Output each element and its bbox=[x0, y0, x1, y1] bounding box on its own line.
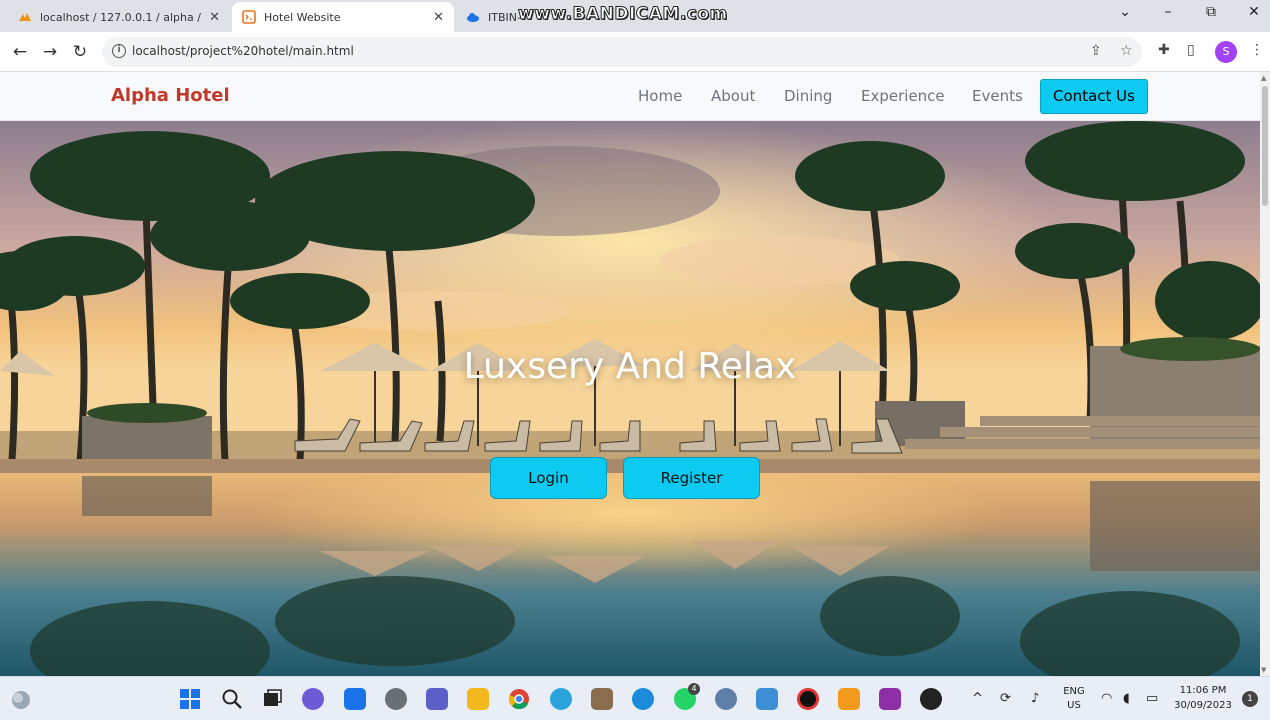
bookmark-star-icon[interactable]: ☆ bbox=[1120, 43, 1133, 59]
phpmyadmin-icon bbox=[19, 13, 31, 21]
contact-us-button[interactable]: Contact Us bbox=[1040, 79, 1148, 114]
weather-icon[interactable] bbox=[10, 689, 32, 711]
tab-search-dropdown-icon[interactable]: ⌄ bbox=[1113, 4, 1137, 20]
menu-kebab-icon[interactable]: ⋮ bbox=[1250, 42, 1264, 58]
windows-start-icon[interactable] bbox=[179, 688, 201, 710]
forward-button[interactable]: → bbox=[39, 41, 61, 63]
close-window-button[interactable]: ✕ bbox=[1242, 4, 1266, 20]
extensions-icon[interactable]: ✚ bbox=[1158, 42, 1170, 58]
bandicam-record-icon[interactable] bbox=[797, 688, 819, 710]
microphone-icon[interactable]: ♪ bbox=[1031, 691, 1039, 706]
language-indicator[interactable]: ENG bbox=[1060, 686, 1088, 697]
profile-avatar[interactable]: S bbox=[1215, 41, 1237, 63]
meet-chat-icon[interactable] bbox=[302, 688, 324, 710]
onedrive-icon bbox=[467, 13, 479, 22]
hero-background-image bbox=[0, 121, 1260, 676]
snipping-tool-icon[interactable] bbox=[756, 688, 778, 710]
close-tab-icon[interactable]: ✕ bbox=[209, 10, 220, 25]
winrar-icon[interactable] bbox=[591, 688, 613, 710]
close-tab-icon[interactable]: ✕ bbox=[433, 10, 444, 25]
scrollbar-thumb[interactable] bbox=[1262, 86, 1268, 206]
battery-icon[interactable]: ▭ bbox=[1146, 691, 1158, 706]
whatsapp-badge: 4 bbox=[688, 683, 700, 695]
file-explorer-icon[interactable] bbox=[467, 688, 489, 710]
scroll-up-arrow-icon[interactable]: ▲ bbox=[1261, 74, 1266, 82]
chrome-icon[interactable] bbox=[508, 688, 530, 710]
reload-button[interactable]: ↻ bbox=[69, 41, 91, 63]
side-panel-icon[interactable]: ▯ bbox=[1187, 42, 1195, 58]
task-view-icon[interactable] bbox=[261, 688, 283, 710]
page-scrollbar[interactable]: ▲ ▼ bbox=[1260, 72, 1270, 676]
php-editor-icon[interactable] bbox=[879, 688, 901, 710]
telegram-icon[interactable] bbox=[550, 688, 572, 710]
xampp-icon[interactable] bbox=[838, 688, 860, 710]
clock-date: 30/09/2023 bbox=[1174, 700, 1232, 711]
mail-icon[interactable] bbox=[344, 688, 366, 710]
notification-center-badge[interactable]: 1 bbox=[1242, 691, 1258, 707]
site-navbar: Alpha Hotel Home About Dining Experience… bbox=[0, 72, 1260, 121]
windows-taskbar: 4 ^ ⟳ ♪ ENG US ◠ ◖ ▭ 11:06 PM 30/09/2023… bbox=[0, 676, 1270, 720]
nav-home[interactable]: Home bbox=[638, 87, 682, 105]
show-hidden-icons-chevron-icon[interactable]: ^ bbox=[972, 691, 983, 706]
nav-events[interactable]: Events bbox=[972, 87, 1023, 105]
html-file-icon bbox=[242, 10, 256, 24]
clock-time[interactable]: 11:06 PM bbox=[1172, 685, 1234, 696]
login-button[interactable]: Login bbox=[490, 457, 607, 499]
url-text[interactable]: localhost/project%20hotel/main.html bbox=[132, 44, 354, 58]
back-button[interactable]: ← bbox=[9, 41, 31, 63]
nav-about[interactable]: About bbox=[711, 87, 755, 105]
tab-label: localhost / 127.0.0.1 / alpha / re bbox=[40, 10, 204, 24]
region-indicator: US bbox=[1067, 700, 1081, 711]
sync-icon[interactable]: ⟳ bbox=[1000, 691, 1011, 706]
nav-experience[interactable]: Experience bbox=[861, 87, 945, 105]
tab-hotel-website[interactable]: Hotel Website ✕ bbox=[232, 2, 454, 32]
teams-icon[interactable] bbox=[426, 688, 448, 710]
bandicam-watermark: www.BANDICAM.com bbox=[518, 4, 728, 25]
share-icon[interactable]: ⇪ bbox=[1090, 43, 1102, 59]
tab-strip: localhost / 127.0.0.1 / alpha / re ✕ Hot… bbox=[0, 0, 1270, 32]
site-info-icon[interactable]: i bbox=[112, 44, 126, 58]
page-viewport: Alpha Hotel Home About Dining Experience… bbox=[0, 72, 1260, 676]
search-icon[interactable] bbox=[221, 688, 243, 710]
whatsapp-desktop-icon[interactable] bbox=[385, 688, 407, 710]
settings-gear-icon[interactable] bbox=[715, 688, 737, 710]
hero-section: Luxsery And Relax Login Register bbox=[0, 121, 1260, 676]
wifi-icon[interactable]: ◠ bbox=[1101, 691, 1112, 706]
address-bar[interactable]: i localhost/project%20hotel/main.html ⇪ … bbox=[102, 37, 1142, 67]
edge-icon[interactable] bbox=[632, 688, 654, 710]
restore-button[interactable]: ⧉ bbox=[1199, 4, 1223, 20]
brand-logo[interactable]: Alpha Hotel bbox=[111, 85, 230, 106]
scroll-down-arrow-icon[interactable]: ▼ bbox=[1261, 666, 1266, 674]
volume-icon[interactable]: ◖ bbox=[1123, 691, 1130, 706]
register-button[interactable]: Register bbox=[623, 457, 760, 499]
minimize-button[interactable]: – bbox=[1156, 4, 1180, 20]
media-player-icon[interactable] bbox=[920, 688, 942, 710]
browser-toolbar: ← → ↻ i localhost/project%20hotel/main.h… bbox=[0, 32, 1270, 72]
hero-title: Luxsery And Relax bbox=[463, 346, 797, 387]
nav-dining[interactable]: Dining bbox=[784, 87, 832, 105]
tab-label: Hotel Website bbox=[264, 10, 341, 24]
tab-phpmyadmin[interactable]: localhost / 127.0.0.1 / alpha / re ✕ bbox=[8, 2, 230, 32]
